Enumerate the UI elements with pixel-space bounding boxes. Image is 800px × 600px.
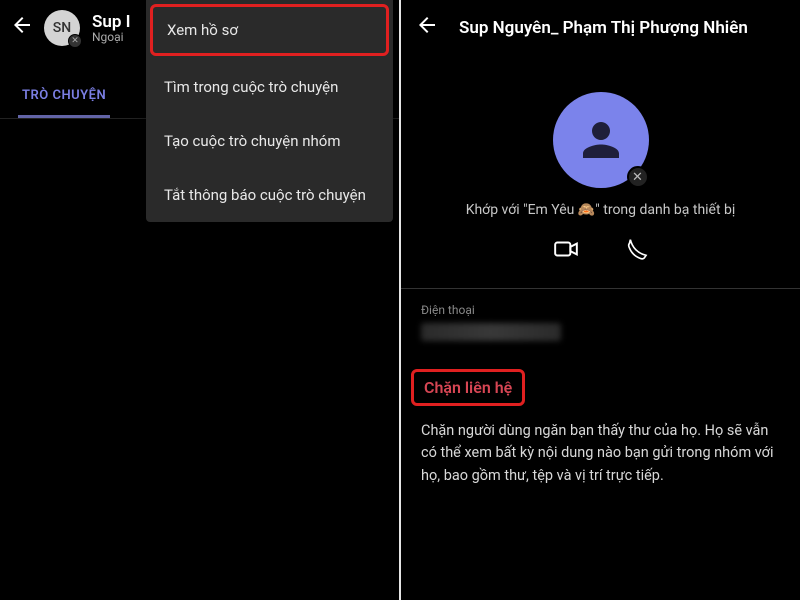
contact-match-text: Khớp với "Em Yêu 🙈" trong danh bạ thiết … — [466, 202, 736, 218]
profile-avatar: ✕ — [553, 92, 649, 188]
back-icon[interactable] — [10, 13, 38, 43]
profile-header: Sup Nguyên_ Phạm Thị Phượng Nhiên — [401, 0, 800, 56]
menu-mute[interactable]: Tắt thông báo cuộc trò chuyện — [146, 168, 393, 222]
avatar-initials: SN — [53, 20, 71, 36]
video-icon — [553, 236, 579, 262]
phone-label: Điện thoại — [421, 303, 780, 317]
menu-search-in-chat[interactable]: Tìm trong cuộc trò chuyện — [146, 60, 393, 114]
avatar[interactable]: SN ✕ — [44, 10, 80, 46]
menu-create-group[interactable]: Tạo cuộc trò chuyện nhóm — [146, 114, 393, 168]
block-contact-label: Chặn liên hệ — [424, 378, 512, 397]
presence-badge-icon: ✕ — [68, 34, 82, 48]
chat-title-block: Sup I Ngoại — [80, 12, 131, 44]
menu-view-profile[interactable]: Xem hồ sơ — [150, 4, 389, 56]
phone-icon — [623, 236, 649, 262]
phone-section: Điện thoại — [401, 289, 800, 347]
audio-call-button[interactable] — [623, 236, 649, 266]
chat-title: Sup I — [92, 12, 131, 32]
action-row — [553, 236, 649, 288]
context-menu: Xem hồ sơ Tìm trong cuộc trò chuyện Tạo … — [146, 0, 393, 222]
block-contact-button[interactable]: Chặn liên hệ — [411, 369, 525, 406]
presence-badge-icon: ✕ — [627, 166, 649, 188]
chat-screen: SN ✕ Sup I Ngoại TRÒ CHUYỆN Xem hồ sơ Tì… — [0, 0, 399, 600]
tab-chat[interactable]: TRÒ CHUYỆN — [18, 76, 110, 118]
back-icon[interactable] — [415, 13, 443, 43]
phone-value-blurred — [421, 323, 561, 341]
video-call-button[interactable] — [553, 236, 579, 266]
profile-section: ✕ Khớp với "Em Yêu 🙈" trong danh bạ thiế… — [401, 92, 800, 288]
person-icon — [574, 113, 628, 167]
profile-title: Sup Nguyên_ Phạm Thị Phượng Nhiên — [459, 18, 748, 38]
chat-subtitle: Ngoại — [92, 30, 131, 44]
block-section: Chặn liên hệ Chặn người dùng ngăn bạn th… — [401, 347, 800, 499]
block-description: Chặn người dùng ngăn bạn thấy thư của họ… — [421, 420, 780, 487]
profile-screen: Sup Nguyên_ Phạm Thị Phượng Nhiên ✕ Khớp… — [401, 0, 800, 600]
